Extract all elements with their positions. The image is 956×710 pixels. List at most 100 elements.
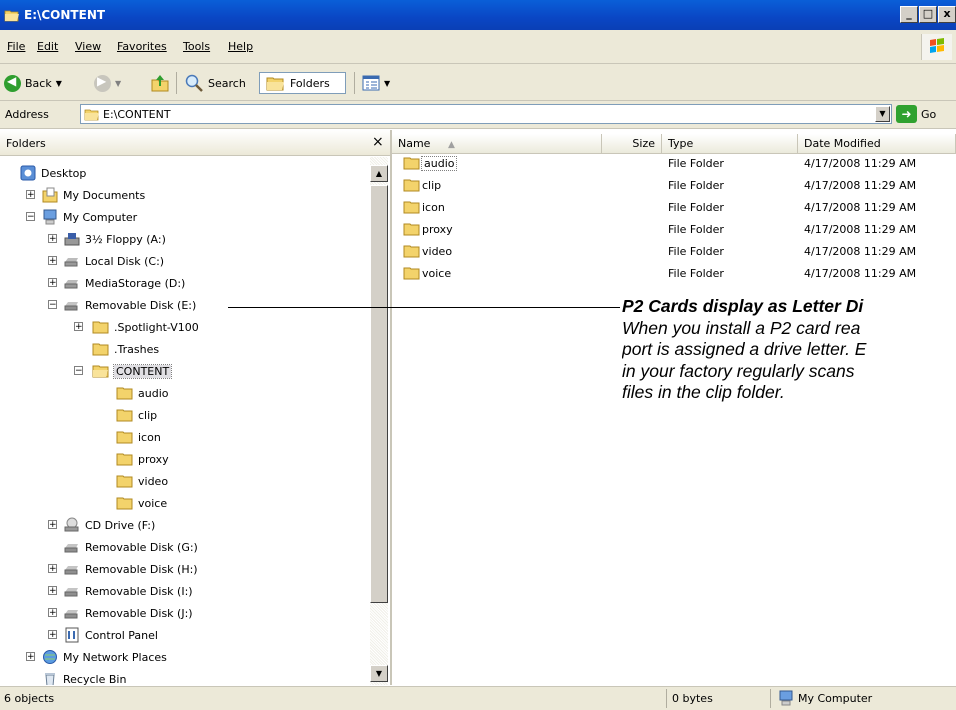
expand-toggle[interactable]: +	[26, 190, 35, 200]
up-folder-button[interactable]	[150, 72, 170, 94]
expand-toggle[interactable]: +	[48, 564, 57, 574]
folder-icon	[403, 157, 420, 170]
expand-toggle[interactable]: +	[48, 520, 57, 530]
expand-toggle[interactable]: +	[26, 652, 35, 662]
open-folder-icon	[84, 109, 99, 121]
tree-item-voice[interactable]: voice	[116, 492, 167, 514]
tree-item-mediastorage-d[interactable]: MediaStorage (D:)	[64, 272, 185, 294]
expand-toggle[interactable]: +	[74, 322, 83, 332]
views-button[interactable]: ▼	[362, 72, 390, 94]
tree-item-proxy[interactable]: proxy	[116, 448, 169, 470]
column-name-label: Name	[398, 137, 431, 150]
tree-item-label: Removable Disk (G:)	[85, 540, 198, 554]
folder-icon	[116, 409, 133, 422]
folders-pane-close-button[interactable]: ×	[372, 134, 384, 150]
expand-toggle[interactable]: +	[48, 256, 57, 266]
file-row[interactable]: clip File Folder 4/17/2008 11:29 AM	[392, 175, 956, 197]
menu-favorites[interactable]: Favorites	[117, 40, 167, 53]
callout-heading: P2 Cards display as Letter Di	[622, 296, 864, 316]
tree-item-control-panel[interactable]: Control Panel	[64, 624, 158, 646]
go-label: Go	[921, 107, 937, 121]
collapse-toggle[interactable]: −	[26, 212, 35, 222]
file-name-cell: video	[403, 244, 452, 258]
column-header-type[interactable]: Type	[662, 134, 798, 154]
scroll-up-button[interactable]: ▲	[370, 165, 388, 182]
tree-item-removable-j[interactable]: Removable Disk (J:)	[64, 602, 193, 624]
menu-edit[interactable]: Edit	[37, 40, 58, 53]
file-name: icon	[422, 200, 445, 214]
expand-toggle[interactable]: +	[48, 630, 57, 640]
tree-item-label: Removable Disk (E:)	[85, 298, 197, 312]
forward-arrow-icon: ▶	[94, 74, 111, 92]
menu-help[interactable]: Help	[228, 40, 253, 53]
folder-icon	[116, 431, 133, 444]
back-arrow-icon: ◀	[4, 74, 21, 92]
tree-item-label: video	[138, 474, 169, 488]
expand-toggle[interactable]: +	[48, 586, 57, 596]
tree-item-floppy-a[interactable]: 3½ Floppy (A:)	[64, 228, 166, 250]
menu-view[interactable]: View	[75, 40, 101, 53]
address-dropdown-button[interactable]: ▼	[875, 106, 890, 122]
chevron-down-icon: ▼	[879, 109, 886, 118]
folders-pane: Folders × Desktop + My Documents − My Co…	[0, 130, 392, 685]
folders-toggle-button[interactable]: Folders	[259, 72, 346, 94]
open-folder-icon	[4, 10, 19, 22]
menu-file-label: File	[7, 40, 26, 53]
file-row[interactable]: voice File Folder 4/17/2008 11:29 AM	[392, 263, 956, 285]
tree-item-trashes[interactable]: .Trashes	[92, 338, 159, 360]
scroll-down-button[interactable]: ▼	[370, 665, 388, 682]
column-header-size[interactable]: Size	[602, 134, 662, 154]
tree-item-removable-i[interactable]: Removable Disk (I:)	[64, 580, 193, 602]
tree-item-content-selected[interactable]: CONTENT	[92, 360, 173, 382]
column-header-name[interactable]: Name ▲	[392, 134, 602, 154]
file-row[interactable]: audio File Folder 4/17/2008 11:29 AM	[392, 153, 956, 175]
tree-item-desktop[interactable]: Desktop	[20, 162, 86, 184]
file-name: clip	[422, 178, 442, 192]
removable-drive-icon	[64, 302, 78, 311]
status-separator	[666, 689, 667, 708]
tree-item-my-documents[interactable]: My Documents	[42, 184, 145, 206]
folder-icon	[403, 201, 420, 214]
expand-toggle[interactable]: +	[48, 234, 57, 244]
file-row[interactable]: video File Folder 4/17/2008 11:29 AM	[392, 241, 956, 263]
search-button[interactable]: Search	[184, 72, 246, 94]
menu-tools[interactable]: Tools	[183, 40, 210, 53]
tree-item-label: clip	[138, 408, 158, 422]
tree-item-label: icon	[138, 430, 161, 444]
expand-toggle[interactable]: +	[48, 278, 57, 288]
tree-item-spotlight[interactable]: .Spotlight-V100	[92, 316, 199, 338]
tree-item-local-disk-c[interactable]: Local Disk (C:)	[64, 250, 164, 272]
tree-item-removable-g[interactable]: Removable Disk (G:)	[64, 536, 198, 558]
scroll-thumb[interactable]	[370, 185, 388, 603]
tree-item-cd-drive-f[interactable]: CD Drive (F:)	[64, 514, 155, 536]
file-row[interactable]: proxy File Folder 4/17/2008 11:29 AM	[392, 219, 956, 241]
tree-item-removable-h[interactable]: Removable Disk (H:)	[64, 558, 198, 580]
tree-item-recycle-bin[interactable]: Recycle Bin	[42, 668, 126, 685]
column-header-date[interactable]: Date Modified	[798, 134, 956, 154]
back-button[interactable]: ◀ Back ▼	[4, 72, 62, 94]
tree-item-my-computer[interactable]: My Computer	[42, 206, 137, 228]
collapse-toggle[interactable]: −	[48, 300, 57, 310]
tree-item-audio[interactable]: audio	[116, 382, 168, 404]
file-row[interactable]: icon File Folder 4/17/2008 11:29 AM	[392, 197, 956, 219]
tree-item-clip[interactable]: clip	[116, 404, 157, 426]
folder-tree: Desktop + My Documents − My Computer + 3…	[0, 157, 370, 685]
windows-flag-icon	[930, 38, 944, 53]
tree-item-removable-e[interactable]: Removable Disk (E:)	[64, 294, 196, 316]
tree-item-icon[interactable]: icon	[116, 426, 161, 448]
minimize-button[interactable]: _	[900, 6, 918, 23]
close-button[interactable]: x	[938, 6, 956, 23]
forward-button[interactable]: ▶ ▼	[94, 72, 121, 94]
callout-text-line: When you install a P2 card rea	[622, 317, 861, 338]
collapse-toggle[interactable]: −	[74, 366, 83, 376]
expand-toggle[interactable]: +	[48, 608, 57, 618]
folders-scrollbar[interactable]: ▲ ▼	[370, 157, 388, 685]
menu-file[interactable]: File	[7, 40, 25, 53]
tree-item-video[interactable]: video	[116, 470, 168, 492]
maximize-button[interactable]: □	[919, 6, 937, 23]
address-input[interactable]: E:\CONTENT ▼	[80, 104, 892, 124]
tree-item-network-places[interactable]: My Network Places	[42, 646, 167, 668]
go-button[interactable]: ➜ Go	[896, 105, 936, 123]
windows-logo	[921, 34, 952, 60]
folder-icon	[116, 475, 133, 488]
